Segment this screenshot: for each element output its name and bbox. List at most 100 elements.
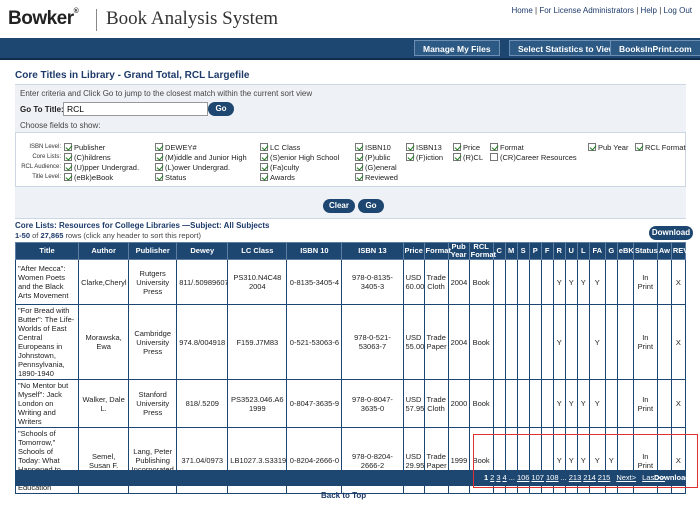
checkbox-childrens-box[interactable] — [64, 153, 72, 161]
checkbox-status[interactable]: Status — [155, 173, 186, 182]
back-to-top-link[interactable]: Back to Top — [321, 491, 366, 500]
checkbox-senior-high[interactable]: (S)enior High School — [260, 153, 339, 162]
checkbox-ebook[interactable]: (eBk)eBook — [64, 173, 113, 182]
checkbox-public-box[interactable] — [355, 153, 363, 161]
goto-go-button[interactable]: Go — [208, 102, 234, 116]
checkbox-fiction[interactable]: (F)iction — [406, 153, 443, 162]
checkbox-childrens[interactable]: (C)hildrens — [64, 153, 111, 162]
column-header[interactable]: G — [604, 242, 618, 260]
pager-page-link[interactable]: 2 — [490, 473, 494, 482]
checkbox-isbn13[interactable]: ISBN13 — [406, 143, 442, 152]
checkbox-career-resources-box[interactable] — [490, 153, 498, 161]
column-header[interactable]: U — [564, 242, 578, 260]
checkbox-rcl[interactable]: (R)CL — [453, 153, 483, 162]
checkbox-awards-box[interactable] — [260, 173, 268, 181]
checkbox-public[interactable]: (P)ublic — [355, 153, 390, 162]
column-header[interactable]: Title — [14, 242, 80, 260]
checkbox-lower-undergrad[interactable]: (L)ower Undergrad. — [155, 163, 230, 172]
column-header[interactable]: REV — [670, 242, 688, 260]
checkbox-ebook-box[interactable] — [64, 173, 72, 181]
column-header[interactable]: LC Class — [227, 242, 288, 260]
checkbox-status-box[interactable] — [155, 173, 163, 181]
checkbox-faculty-box[interactable] — [260, 163, 268, 171]
checkbox-senior-high-box[interactable] — [260, 153, 268, 161]
home-link[interactable]: Home — [511, 6, 532, 15]
pager-page-link[interactable]: 3 — [496, 473, 500, 482]
column-header[interactable]: FA — [588, 242, 606, 260]
column-header[interactable]: F — [540, 242, 554, 260]
apply-go-button[interactable]: Go — [358, 199, 384, 213]
column-header[interactable]: S — [516, 242, 530, 260]
checkbox-isbn13-box[interactable] — [406, 143, 414, 151]
checkbox-upper-undergrad-box[interactable] — [64, 163, 72, 171]
booksinprint-button[interactable]: BooksInPrint.com — [610, 40, 700, 56]
pager-page-link[interactable]: 214 — [583, 473, 596, 482]
checkbox-fiction-box[interactable] — [406, 153, 414, 161]
pager-page-link[interactable]: 4 — [503, 473, 507, 482]
checkbox-rcl-format-box[interactable] — [635, 143, 643, 151]
column-header[interactable]: ISBN 13 — [341, 242, 404, 260]
table-row[interactable]: "No Mentor but Myself": Jack London on W… — [14, 379, 687, 428]
checkbox-pub-year-box[interactable] — [588, 143, 596, 151]
column-header[interactable]: Aw — [656, 242, 672, 260]
column-header[interactable]: Format — [423, 242, 451, 260]
logout-link[interactable]: Log Out — [664, 6, 692, 15]
checkbox-dewey-box[interactable] — [155, 143, 163, 151]
checkbox-reviewed[interactable]: Reviewed — [355, 173, 398, 182]
checkbox-general-box[interactable] — [355, 163, 363, 171]
manage-files-button[interactable]: Manage My Files — [414, 40, 500, 56]
bowker-logo[interactable]: Bowker® — [8, 8, 79, 30]
pager-next-link[interactable]: Next> — [616, 473, 636, 482]
checkbox-rcl-format[interactable]: RCL Format — [635, 143, 686, 152]
checkbox-format[interactable]: Format — [490, 143, 524, 152]
column-header[interactable]: L — [576, 242, 590, 260]
column-header[interactable]: Publisher — [128, 242, 178, 260]
column-header[interactable]: P — [528, 242, 542, 260]
pager-page-link[interactable]: 107 — [531, 473, 544, 482]
download-button-bottom[interactable]: Download — [654, 473, 690, 482]
checkbox-format-box[interactable] — [490, 143, 498, 151]
checkbox-middle-junior-high-box[interactable] — [155, 153, 163, 161]
checkbox-career-resources[interactable]: (CR)Career Resources — [490, 153, 577, 162]
checkbox-reviewed-box[interactable] — [355, 173, 363, 181]
column-header[interactable]: R — [552, 242, 566, 260]
column-header[interactable]: eBK — [616, 242, 634, 260]
checkbox-lc-class-box[interactable] — [260, 143, 268, 151]
checkbox-faculty[interactable]: (Fa)culty — [260, 163, 299, 172]
column-header[interactable]: Status — [632, 242, 658, 260]
checkbox-price-box[interactable] — [453, 143, 461, 151]
clear-button[interactable]: Clear — [323, 199, 355, 213]
download-button-top[interactable]: Download — [649, 226, 693, 240]
checkbox-isbn10[interactable]: ISBN10 — [355, 143, 391, 152]
checkbox-middle-junior-high[interactable]: (M)iddle and Junior High — [155, 153, 247, 162]
checkbox-general[interactable]: (G)eneral — [355, 163, 397, 172]
column-header[interactable]: Author — [78, 242, 130, 260]
goto-title-input[interactable] — [63, 102, 208, 116]
checkbox-lower-undergrad-box[interactable] — [155, 163, 163, 171]
pager-page-link[interactable]: 213 — [569, 473, 582, 482]
column-header[interactable]: ISBN 10 — [286, 242, 343, 260]
checkbox-pub-year[interactable]: Pub Year — [588, 143, 628, 152]
checkbox-dewey[interactable]: DEWEY# — [155, 143, 197, 152]
column-header[interactable]: M — [504, 242, 518, 260]
column-header[interactable]: RCL Format — [468, 242, 496, 260]
license-admin-link[interactable]: For License Administrators — [539, 6, 634, 15]
checkbox-publisher[interactable]: Publisher — [64, 143, 105, 152]
checkbox-lc-class[interactable]: LC Class — [260, 143, 300, 152]
table-row[interactable]: "For Bread with Butter": The Life-Worlds… — [14, 304, 687, 380]
table-row[interactable]: "After Mecca": Women Poets and the Black… — [14, 259, 687, 305]
pager-page-link[interactable]: 108 — [546, 473, 559, 482]
pager-page-link[interactable]: 215 — [598, 473, 611, 482]
select-statistics-button[interactable]: Select Statistics to View — [509, 40, 625, 56]
checkbox-rcl-box[interactable] — [453, 153, 461, 161]
help-link[interactable]: Help — [641, 6, 657, 15]
pager-page-link[interactable]: 106 — [517, 473, 530, 482]
checkbox-isbn10-box[interactable] — [355, 143, 363, 151]
checkbox-upper-undergrad[interactable]: (U)pper Undergrad. — [64, 163, 139, 172]
checkbox-awards[interactable]: Awards — [260, 173, 295, 182]
column-header[interactable]: Price — [402, 242, 425, 260]
checkbox-price[interactable]: Price — [453, 143, 480, 152]
column-header[interactable]: Dewey — [176, 242, 229, 260]
checkbox-publisher-box[interactable] — [64, 143, 72, 151]
column-header[interactable]: Pub Year — [447, 242, 470, 260]
